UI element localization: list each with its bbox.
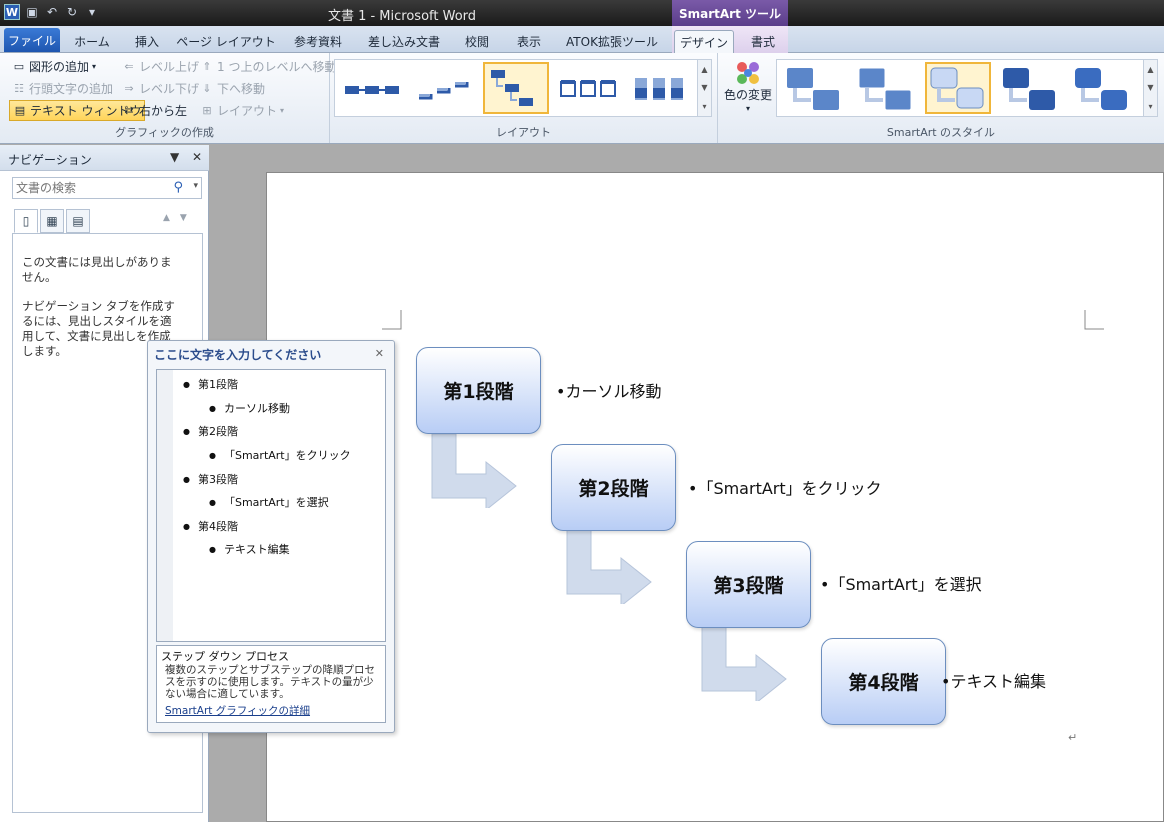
demote-arrow-icon: ⇒ — [124, 81, 134, 95]
search-options-dropdown-icon[interactable]: ▾ — [193, 181, 198, 191]
smartart-step-1[interactable]: 第1段階 — [416, 347, 541, 434]
list-item[interactable]: 「SmartArt」を選択 — [209, 494, 329, 510]
layout-button[interactable]: ⊞ レイアウト ▾ — [200, 102, 284, 119]
promote-arrow-icon: ⇐ — [124, 59, 134, 73]
headings-view-tab[interactable]: ▯ — [14, 209, 38, 233]
layout-thumb-basic-process[interactable] — [339, 62, 405, 114]
smartart-step-2[interactable]: 第2段階 — [551, 444, 676, 531]
tab-page-layout[interactable]: ページ レイアウト — [176, 30, 276, 53]
pane-options-icon[interactable]: ▼ — [170, 150, 179, 164]
text-pane-header: ここに文字を入力してください — [154, 348, 322, 362]
smartart-step-2-detail[interactable]: •「SmartArt」をクリック — [688, 475, 882, 499]
tab-review[interactable]: 校閲 — [454, 30, 500, 53]
style-thumb-1[interactable] — [781, 62, 847, 114]
text-pane-icon: ▤ — [14, 103, 26, 117]
add-bullet-icon: ☷ — [14, 81, 24, 95]
change-colors-button[interactable]: 色の変更 ▾ — [724, 59, 772, 113]
step-arrow-1 — [431, 434, 517, 508]
group-label-layouts: レイアウト — [496, 126, 551, 139]
tab-design[interactable]: デザイン — [674, 30, 734, 53]
tab-mailings[interactable]: 差し込み文書 — [360, 30, 448, 53]
title-bar: W ▣ ↶ ↻ ▾ 文書 1 - Microsoft Word — [0, 0, 1164, 26]
smartart-step-1-detail[interactable]: •カーソル移動 — [556, 378, 661, 402]
demote-button[interactable]: ⇒ レベル下げ — [122, 80, 199, 97]
step-arrow-2 — [566, 530, 652, 604]
style-thumb-3-selected[interactable] — [925, 62, 991, 114]
navigation-prev-next-arrows[interactable]: ▲▼ — [163, 213, 197, 223]
tab-format[interactable]: 書式 — [740, 30, 786, 53]
tab-home[interactable]: ホーム — [66, 30, 118, 53]
document-search-box[interactable]: ⚲ ▾ — [12, 177, 202, 199]
group-label-create-graphic: グラフィックの作成 — [115, 126, 214, 139]
search-icon[interactable]: ⚲ — [173, 180, 183, 195]
smartart-step-4-detail[interactable]: •テキスト編集 — [941, 668, 1046, 692]
add-shape-icon: ▭ — [13, 59, 25, 73]
promote-button[interactable]: ⇐ レベル上げ — [122, 58, 199, 75]
smartart-step-4[interactable]: 第4段階 — [821, 638, 946, 725]
tab-atok[interactable]: ATOK拡張ツール — [558, 30, 666, 53]
group-smartart-styles: 色の変更 ▾ ▲ ▼ ▾ SmartArt のスタイル — [718, 53, 1164, 143]
text-pane-close-icon[interactable]: ✕ — [375, 347, 384, 360]
navigation-pane-header: ナビゲーション ▼ ✕ — [0, 145, 209, 171]
pages-view-tab[interactable]: ▦ — [40, 209, 64, 233]
pane-close-icon[interactable]: ✕ — [192, 150, 202, 164]
right-to-left-icon: ⇄ — [124, 103, 134, 117]
add-bullet-button[interactable]: ☷ 行頭文字の追加 — [12, 80, 113, 97]
smartart-step-3[interactable]: 第3段階 — [686, 541, 811, 628]
tab-file[interactable]: ファイル — [4, 28, 60, 52]
styles-gallery-scroll[interactable]: ▲ ▼ ▾ — [1143, 60, 1157, 116]
list-item[interactable]: 第2段階 — [183, 423, 238, 439]
move-up-button[interactable]: ⇑ 1 つ上のレベルへ移動 — [200, 58, 336, 75]
style-thumb-5[interactable] — [1069, 62, 1135, 114]
list-item[interactable]: 「SmartArt」をクリック — [209, 447, 351, 463]
move-down-button[interactable]: ⇓ 下へ移動 — [200, 80, 265, 97]
list-item[interactable]: カーソル移動 — [209, 400, 290, 416]
text-pane-bullet-list[interactable]: 第1段階 カーソル移動 第2段階 「SmartArt」をクリック 第3段階 「S… — [156, 369, 386, 642]
smartart-text-pane: ここに文字を入力してください ✕ 第1段階 カーソル移動 第2段階 「Smart… — [147, 340, 395, 733]
list-item[interactable]: 第3段階 — [183, 471, 238, 487]
style-thumb-4[interactable] — [997, 62, 1063, 114]
group-create-graphic: ▭ 図形の追加 ▾ ☷ 行頭文字の追加 ▤ テキスト ウィンドウ ⇐ レベル上げ ⇒ レベル… — [0, 53, 336, 143]
smartart-step-3-detail[interactable]: •「SmartArt」を選択 — [820, 571, 982, 595]
layout-description-title: ステップ ダウン プロセス — [161, 650, 289, 663]
tab-view[interactable]: 表示 — [506, 30, 552, 53]
layouts-gallery-scroll[interactable]: ▲ ▼ ▾ — [697, 60, 711, 116]
list-item[interactable]: テキスト編集 — [209, 541, 290, 557]
tab-insert[interactable]: 挿入 — [124, 30, 170, 53]
layout-thumb-step-down[interactable] — [483, 62, 549, 114]
group-label-smartart-styles: SmartArt のスタイル — [886, 126, 996, 139]
list-item[interactable]: 第4段階 — [183, 518, 238, 534]
tab-references[interactable]: 参考資料 — [282, 30, 354, 53]
layout-thumb-accent-process[interactable] — [555, 62, 621, 114]
layout-description-body: 複数のステップとサブステップの降順プロセスを示すのに使用します。テキストの量が少… — [165, 664, 375, 700]
document-search-input[interactable] — [13, 178, 163, 198]
right-to-left-button[interactable]: ⇄ 右から左 — [122, 102, 187, 119]
step-arrow-3 — [701, 627, 787, 701]
move-up-icon: ⇑ — [202, 59, 212, 73]
move-down-icon: ⇓ — [202, 81, 212, 95]
results-view-tab[interactable]: ▤ — [66, 209, 90, 233]
navigation-pane-title: ナビゲーション — [8, 153, 92, 167]
list-item[interactable]: 第1段階 — [183, 376, 238, 392]
layout-icon: ⊞ — [202, 103, 212, 117]
add-shape-button[interactable]: ▭ 図形の追加 ▾ — [12, 58, 96, 75]
no-headings-message: この文書には見出しがありません。 — [22, 255, 172, 284]
paragraph-mark: ↵ — [1068, 731, 1078, 744]
color-palette-icon — [737, 62, 759, 84]
layout-description-box: ステップ ダウン プロセス 複数のステップとサブステップの降順プロセスを示すのに… — [156, 645, 386, 723]
style-thumb-2[interactable] — [853, 62, 919, 114]
layouts-gallery: ▲ ▼ ▾ — [334, 59, 712, 117]
navigation-view-tabs: ▯ ▦ ▤ — [14, 209, 90, 233]
group-layouts: ▲ ▼ ▾ レイアウト — [330, 53, 718, 143]
ribbon: ▭ 図形の追加 ▾ ☷ 行頭文字の追加 ▤ テキスト ウィンドウ ⇐ レベル上げ ⇒ レベル… — [0, 53, 1164, 144]
layout-thumb-step-up[interactable] — [411, 62, 477, 114]
margin-corner-mark-left — [382, 310, 402, 330]
styles-gallery: ▲ ▼ ▾ — [776, 59, 1158, 117]
margin-corner-mark-right — [1084, 310, 1104, 330]
text-pane-gutter — [157, 370, 173, 641]
layout-thumb-list-process[interactable] — [627, 62, 693, 114]
smartart-help-link[interactable]: SmartArt グラフィックの詳細 — [161, 703, 381, 718]
smartart-tools-context-label: SmartArt ツール — [672, 0, 788, 26]
